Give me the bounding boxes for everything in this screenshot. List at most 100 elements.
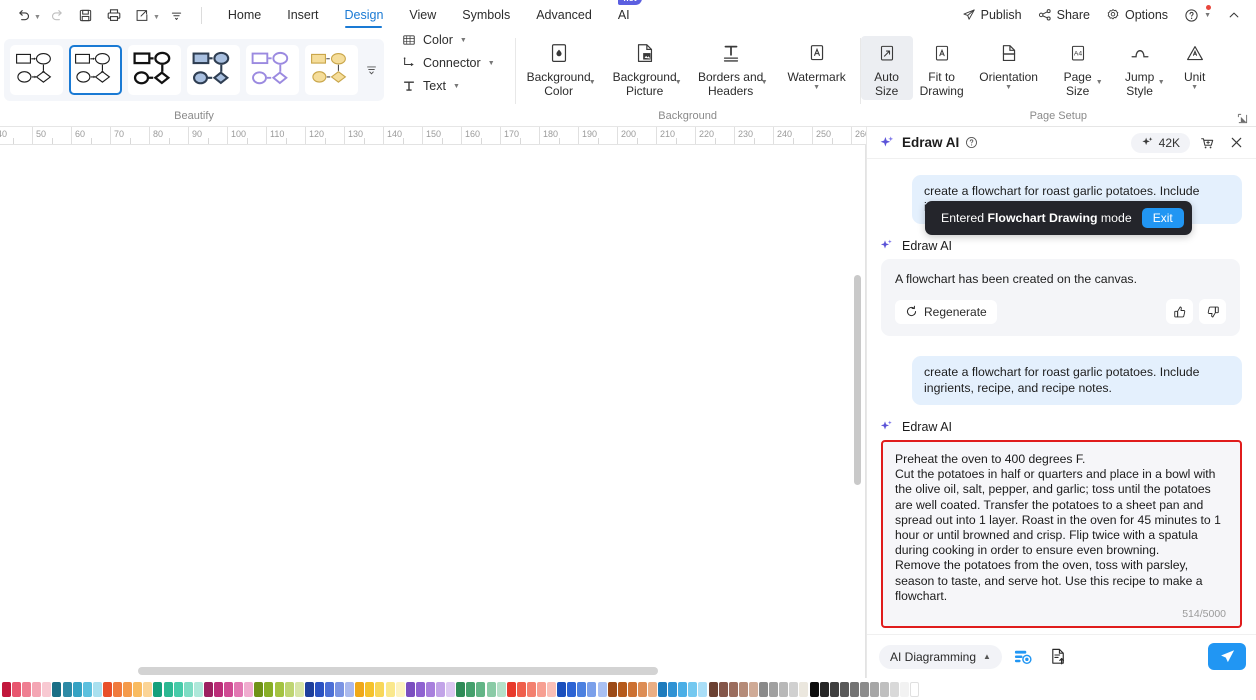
color-swatch[interactable] — [839, 681, 849, 697]
color-swatch[interactable] — [284, 681, 294, 697]
color-swatch[interactable] — [133, 681, 143, 697]
redo-icon[interactable] — [45, 4, 71, 26]
beautify-style-4[interactable] — [187, 45, 240, 95]
color-swatch[interactable] — [102, 681, 112, 697]
menu-item-design[interactable]: Design — [331, 0, 396, 30]
color-swatch[interactable] — [678, 681, 688, 697]
export-icon[interactable] — [129, 4, 155, 26]
menu-item-home[interactable]: Home — [215, 0, 274, 30]
ai-help-icon[interactable] — [965, 136, 978, 149]
color-swatch[interactable] — [880, 681, 890, 697]
color-swatch[interactable] — [163, 681, 173, 697]
orientation-caret-icon[interactable]: ▼ — [1005, 84, 1012, 92]
color-swatch[interactable] — [415, 681, 425, 697]
color-swatch[interactable] — [264, 681, 274, 697]
color-swatch[interactable] — [62, 681, 72, 697]
beautify-style-1[interactable] — [10, 45, 63, 95]
color-swatch[interactable] — [173, 681, 183, 697]
beautify-more-icon[interactable] — [364, 45, 378, 95]
color-swatch[interactable] — [436, 681, 446, 697]
color-swatch[interactable] — [405, 681, 415, 697]
color-swatch[interactable] — [203, 681, 213, 697]
color-swatch[interactable] — [890, 681, 900, 697]
color-swatch[interactable] — [627, 681, 637, 697]
background-color-caret-icon[interactable]: ▼ — [589, 79, 596, 86]
watermark-caret-icon[interactable]: ▼ — [813, 84, 820, 92]
token-balance-pill[interactable]: 42K — [1130, 132, 1190, 153]
color-swatch[interactable] — [22, 681, 32, 697]
share-button[interactable]: Share — [1031, 4, 1097, 26]
color-swatch[interactable] — [496, 681, 506, 697]
page-size-caret-icon[interactable]: ▼ — [1096, 79, 1103, 86]
close-ai-panel-button[interactable] — [1224, 131, 1248, 155]
ai-mode-selector[interactable]: AI Diagramming ▲ — [879, 644, 1002, 669]
color-swatch[interactable] — [486, 681, 496, 697]
color-swatch[interactable] — [900, 681, 910, 697]
color-swatch[interactable] — [859, 681, 869, 697]
undo-icon[interactable] — [10, 4, 36, 26]
buy-tokens-button[interactable] — [1194, 130, 1220, 155]
color-swatch[interactable] — [526, 681, 536, 697]
menu-item-symbols[interactable]: Symbols — [449, 0, 523, 30]
undo-dropdown-caret[interactable]: ▼ — [34, 10, 41, 21]
unit-caret-icon[interactable]: ▼ — [1191, 84, 1198, 92]
thumbs-up-button[interactable] — [1166, 299, 1193, 324]
options-button[interactable]: Options — [1099, 4, 1175, 26]
text-caret-icon[interactable]: ▼ — [453, 83, 460, 90]
orientation-button[interactable]: Orientation ▼ — [971, 36, 1047, 94]
borders-and-headers-button[interactable]: Borders and Headers ▼ — [688, 36, 774, 100]
help-button[interactable]: ▼ — [1177, 4, 1218, 27]
color-swatch[interactable] — [234, 681, 244, 697]
color-swatch[interactable] — [769, 681, 779, 697]
ai-conversation-scroll[interactable]: create a flowchart for roast garlic pota… — [867, 159, 1256, 634]
watermark-button[interactable]: Watermark ▼ — [774, 36, 860, 94]
background-picture-caret-icon[interactable]: ▼ — [675, 79, 682, 86]
color-swatch[interactable] — [688, 681, 698, 697]
color-swatch[interactable] — [738, 681, 748, 697]
color-swatch[interactable] — [213, 681, 223, 697]
color-swatch[interactable] — [425, 681, 435, 697]
upload-file-button[interactable] — [1044, 643, 1074, 671]
color-swatch[interactable] — [153, 681, 163, 697]
color-swatch[interactable] — [143, 681, 153, 697]
color-swatch[interactable] — [72, 681, 82, 697]
color-swatch[interactable] — [82, 681, 92, 697]
drawing-canvas[interactable] — [0, 145, 866, 664]
color-swatch[interactable] — [829, 681, 839, 697]
color-swatch[interactable] — [244, 681, 254, 697]
color-swatch[interactable] — [567, 681, 577, 697]
color-swatch[interactable] — [819, 681, 829, 697]
color-swatch[interactable] — [325, 681, 334, 697]
color-swatch[interactable] — [254, 681, 264, 697]
color-swatch[interactable] — [375, 681, 385, 697]
color-swatch[interactable] — [355, 681, 365, 697]
thumbs-down-button[interactable] — [1199, 299, 1226, 324]
color-swatch[interactable] — [547, 681, 557, 697]
connector-caret-icon[interactable]: ▼ — [488, 60, 495, 67]
color-swatch[interactable] — [456, 681, 466, 697]
background-picture-button[interactable]: Background Picture ▼ — [602, 36, 688, 100]
color-swatch[interactable] — [597, 681, 607, 697]
beautify-style-2[interactable] — [69, 45, 122, 95]
color-swatch[interactable] — [658, 681, 668, 697]
color-swatch[interactable] — [516, 681, 526, 697]
color-swatch[interactable] — [12, 681, 22, 697]
color-swatch[interactable] — [506, 681, 516, 697]
auto-size-button[interactable]: Auto Size — [860, 36, 913, 100]
color-button[interactable]: Color ▼ — [398, 30, 501, 50]
color-swatch[interactable] — [304, 681, 314, 697]
color-swatch[interactable] — [476, 681, 486, 697]
color-swatch[interactable] — [2, 681, 11, 697]
color-swatch[interactable] — [193, 681, 203, 697]
color-swatch[interactable] — [466, 681, 476, 697]
color-swatch[interactable] — [910, 681, 920, 697]
color-swatch[interactable] — [183, 681, 193, 697]
color-swatch[interactable] — [718, 681, 728, 697]
jump-style-button[interactable]: Jump Style ▼ — [1109, 36, 1171, 100]
color-swatch[interactable] — [648, 681, 657, 697]
color-swatch[interactable] — [748, 681, 758, 697]
color-swatch[interactable] — [668, 681, 678, 697]
borders-headers-caret-icon[interactable]: ▼ — [761, 79, 768, 86]
color-swatch[interactable] — [577, 681, 587, 697]
color-swatch[interactable] — [274, 681, 284, 697]
